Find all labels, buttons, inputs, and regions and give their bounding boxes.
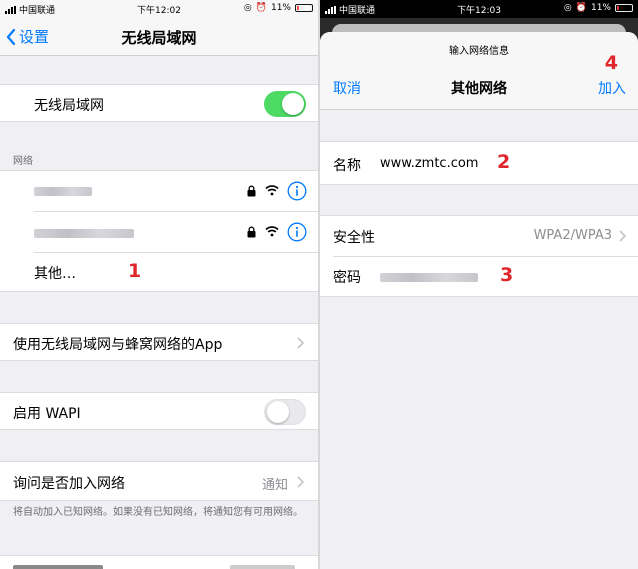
apps-label: 使用无线局域网与蜂窝网络的App bbox=[13, 337, 223, 353]
password-input[interactable] bbox=[380, 273, 478, 282]
battery-icon bbox=[295, 4, 313, 12]
network-item[interactable] bbox=[0, 212, 318, 252]
partial-row-value-cutoff bbox=[230, 565, 295, 569]
wapi-row: 启用 WAPI bbox=[0, 392, 318, 430]
alarm-icon: ⏰ bbox=[255, 3, 267, 13]
status-right: ◎ ⏰ 11% bbox=[244, 3, 313, 13]
status-right: ◎ ⏰ 11% bbox=[564, 3, 633, 13]
wapi-toggle[interactable] bbox=[264, 399, 306, 425]
status-bar: 中国联通 下午12:02 ◎ ⏰ 11% bbox=[0, 0, 318, 18]
wapi-label: 启用 WAPI bbox=[13, 406, 81, 422]
lock-icon bbox=[247, 226, 256, 238]
lock-icon bbox=[247, 185, 256, 197]
info-icon[interactable] bbox=[287, 222, 307, 242]
wifi-signal-icon bbox=[265, 226, 279, 237]
step-number-4: 4 bbox=[604, 52, 618, 74]
chevron-right-icon bbox=[297, 476, 304, 488]
sheet-prompt: 输入网络信息 bbox=[449, 46, 509, 57]
sheet-title: 其他网络 bbox=[451, 81, 507, 97]
network-name-input[interactable]: www.zmtc.com bbox=[380, 156, 478, 171]
battery-percent: 11% bbox=[590, 3, 611, 13]
networks-header: 网络 bbox=[13, 156, 33, 167]
join-button[interactable]: 加入 bbox=[598, 78, 626, 98]
step-number-2: 2 bbox=[497, 151, 511, 173]
sheet-header: 输入网络信息 取消 其他网络 加入 4 bbox=[320, 32, 638, 110]
partial-row bbox=[0, 555, 318, 569]
wifi-signal-icon bbox=[265, 185, 279, 196]
security-value: WPA2/WPA3 bbox=[533, 228, 612, 243]
toggle-knob bbox=[267, 401, 289, 423]
security-label: 安全性 bbox=[333, 230, 375, 246]
wifi-label: 无线局域网 bbox=[34, 98, 104, 114]
other-network-screen: 中国联通 下午12:03 ◎ ⏰ 11% 输入网络信息 取消 其他网络 加入 4… bbox=[320, 0, 638, 569]
nav-bar: 设置 无线局域网 bbox=[0, 18, 318, 56]
security-row[interactable]: 安全性 WPA2/WPA3 bbox=[320, 216, 638, 256]
network-name-redacted bbox=[34, 229, 134, 238]
security-group: 安全性 WPA2/WPA3 密码 3 bbox=[320, 215, 638, 297]
toggle-knob bbox=[282, 93, 304, 115]
networks-list: 其他… 1 bbox=[0, 170, 318, 292]
modal-sheet: 输入网络信息 取消 其他网络 加入 4 名称 www.zmtc.com 2 安全… bbox=[320, 32, 638, 569]
wlan-cellular-apps-row[interactable]: 使用无线局域网与蜂窝网络的App bbox=[0, 323, 318, 361]
location-icon: ◎ bbox=[243, 3, 252, 13]
password-label: 密码 bbox=[333, 270, 361, 286]
ask-label: 询问是否加入网络 bbox=[13, 476, 125, 492]
step-number-3: 3 bbox=[500, 264, 514, 286]
ask-footnote: 将自动加入已知网络。如果没有已知网络，将通知您有可用网络。 bbox=[13, 507, 303, 518]
network-item[interactable] bbox=[0, 171, 318, 211]
ask-to-join-row[interactable]: 询问是否加入网络 通知 bbox=[0, 461, 318, 501]
other-label: 其他… bbox=[34, 266, 76, 282]
alarm-icon: ⏰ bbox=[575, 3, 587, 13]
ask-value: 通知 bbox=[261, 478, 288, 493]
name-label: 名称 bbox=[333, 158, 361, 174]
other-network-item[interactable]: 其他… 1 bbox=[0, 253, 318, 292]
info-icon[interactable] bbox=[287, 181, 307, 201]
chevron-right-icon bbox=[297, 337, 304, 349]
status-bar: 中国联通 下午12:03 ◎ ⏰ 11% bbox=[320, 0, 638, 18]
step-number-1: 1 bbox=[128, 260, 142, 282]
battery-icon bbox=[615, 4, 633, 12]
page-title: 无线局域网 bbox=[121, 29, 197, 47]
battery-percent: 11% bbox=[270, 3, 291, 13]
wifi-settings-screen: 中国联通 下午12:02 ◎ ⏰ 11% 设置 无线局域网 无线局域网 网络 其… bbox=[0, 0, 318, 569]
wifi-toggle-row: 无线局域网 bbox=[0, 84, 318, 122]
password-row: 密码 3 bbox=[320, 257, 638, 297]
partial-row-label-cutoff bbox=[13, 565, 103, 569]
name-row: 名称 www.zmtc.com 2 bbox=[320, 141, 638, 185]
chevron-right-icon bbox=[619, 230, 626, 242]
location-icon: ◎ bbox=[563, 3, 572, 13]
wifi-toggle[interactable] bbox=[264, 91, 306, 117]
network-name-redacted bbox=[34, 187, 92, 196]
